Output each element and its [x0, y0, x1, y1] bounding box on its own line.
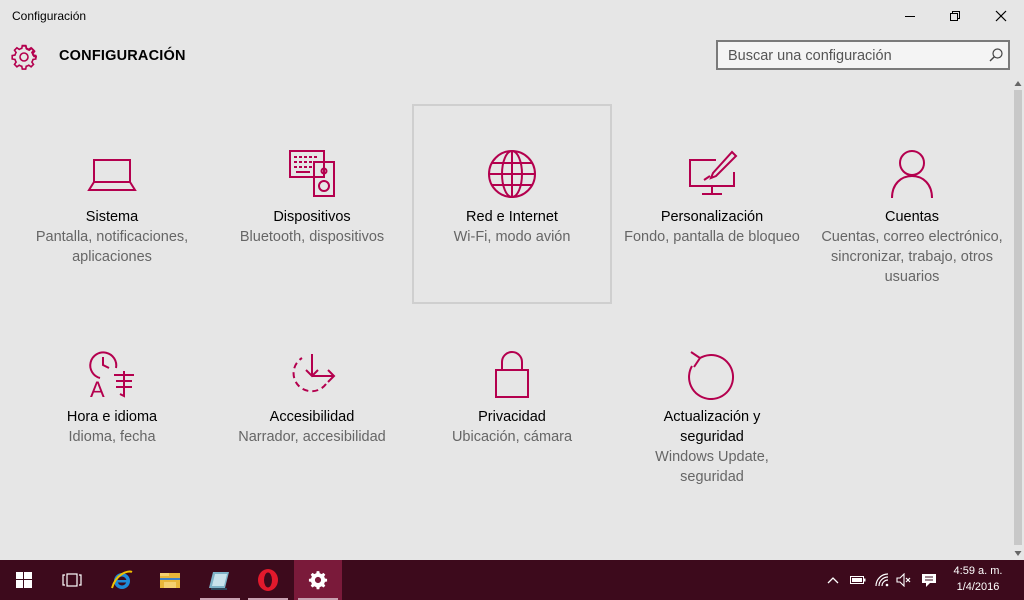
tile-name: Privacidad	[478, 409, 546, 425]
wifi-icon	[875, 573, 889, 587]
clock-date: 1/4/2016	[956, 581, 1000, 593]
tile-name: Hora e idioma	[66, 409, 158, 425]
minimize-icon	[905, 16, 915, 17]
tile-cuentas[interactable]: Cuentas Cuentas, correo electrónico, sin…	[812, 104, 1012, 304]
internet-explorer-icon	[111, 570, 133, 589]
tile-name: Accesibilidad	[269, 409, 355, 425]
time-language-icon: A	[89, 351, 134, 400]
tile-desc: Pantalla, notificaciones, aplicaciones	[35, 229, 189, 265]
scroll-down-arrow-icon[interactable]	[1014, 549, 1022, 557]
close-icon	[995, 10, 1007, 22]
clock[interactable]: 4:59 a. m. 1/4/2016	[948, 563, 1008, 595]
close-button[interactable]	[978, 0, 1024, 32]
search-box[interactable]	[716, 40, 1010, 70]
lock-icon	[495, 351, 529, 398]
search-icon[interactable]	[988, 47, 1004, 63]
tile-red-e-internet[interactable]: Red e Internet Wi-Fi, modo avión	[412, 104, 612, 304]
tile-desc: Bluetooth, dispositivos	[239, 229, 385, 245]
tray-overflow-button[interactable]	[825, 572, 841, 588]
scrollbar[interactable]	[1012, 78, 1024, 560]
action-center-button[interactable]	[921, 572, 937, 588]
network-button[interactable]	[874, 572, 890, 588]
start-icon	[16, 572, 32, 588]
opera-icon	[258, 569, 278, 591]
tile-name: Sistema	[85, 209, 139, 225]
taskbar-opera[interactable]	[244, 560, 292, 600]
taskbar-internet-explorer[interactable]	[98, 560, 146, 600]
laptop-icon	[87, 159, 137, 191]
tile-desc: Ubicación, cámara	[451, 429, 573, 445]
devices-icon	[289, 150, 335, 197]
tile-accesibilidad[interactable]: Accesibilidad Narrador, accesibilidad	[212, 304, 412, 504]
tile-dispositivos[interactable]: Dispositivos Bluetooth, dispositivos	[212, 104, 412, 304]
app-icon	[209, 572, 229, 590]
title-bar: Configuración	[0, 0, 1024, 32]
battery-icon	[850, 576, 866, 584]
scroll-thumb[interactable]	[1014, 90, 1022, 545]
taskbar-app[interactable]	[196, 560, 244, 600]
tile-actualizacion-y-seguridad[interactable]: Actualización y seguridad Windows Update…	[612, 304, 812, 504]
volume-button[interactable]	[896, 572, 912, 588]
tile-sistema[interactable]: Sistema Pantalla, notificaciones, aplica…	[12, 104, 212, 304]
tile-name: Dispositivos	[273, 209, 351, 225]
start-button[interactable]	[0, 560, 48, 600]
tile-name: Cuentas	[884, 209, 939, 225]
update-icon	[688, 351, 735, 400]
tile-name: Red e Internet	[466, 209, 558, 225]
taskbar-settings[interactable]	[294, 560, 342, 600]
volume-muted-icon	[896, 573, 911, 587]
taskbar-file-explorer[interactable]	[146, 560, 194, 600]
tile-desc: Idioma, fecha	[68, 429, 156, 445]
chevron-up-icon	[827, 577, 839, 584]
tile-personalizacion[interactable]: Personalización Fondo, pantalla de bloqu…	[612, 104, 812, 304]
tile-name: Personalización	[660, 209, 764, 225]
task-view-icon	[62, 573, 82, 587]
file-explorer-icon	[160, 573, 180, 588]
globe-icon	[488, 150, 536, 198]
gear-icon	[11, 44, 37, 70]
search-input[interactable]	[726, 46, 980, 66]
clock-time: 4:59 a. m.	[953, 565, 1003, 577]
personalization-icon	[689, 150, 738, 195]
battery-button[interactable]	[850, 572, 866, 588]
scroll-up-arrow-icon[interactable]	[1014, 80, 1022, 88]
tile-privacidad[interactable]: Privacidad Ubicación, cámara	[412, 304, 612, 504]
tile-desc: Fondo, pantalla de bloqueo	[624, 229, 800, 245]
restore-icon	[950, 11, 960, 21]
tile-desc: Wi-Fi, modo avión	[453, 229, 571, 245]
minimize-button[interactable]	[887, 0, 933, 32]
person-icon	[891, 150, 933, 199]
tile-desc: Windows Update, seguridad	[655, 449, 769, 485]
ease-of-access-icon	[292, 354, 336, 393]
taskbar	[0, 560, 1024, 600]
tile-desc: Cuentas, correo electrónico, sincronizar…	[821, 229, 1003, 285]
settings-icon	[308, 571, 328, 590]
tile-desc: Narrador, accesibilidad	[238, 429, 386, 445]
page-title: CONFIGURACIÓN	[59, 48, 186, 64]
tile-hora-e-idioma[interactable]: A Hora e idioma Idioma, fecha	[12, 304, 212, 504]
window-title: Configuración	[12, 9, 87, 23]
tile-name: Actualización y seguridad	[663, 409, 761, 445]
svg-text:A: A	[90, 377, 105, 400]
notifications-icon	[922, 574, 936, 587]
restore-button[interactable]	[932, 0, 978, 32]
task-view-button[interactable]	[48, 560, 96, 600]
